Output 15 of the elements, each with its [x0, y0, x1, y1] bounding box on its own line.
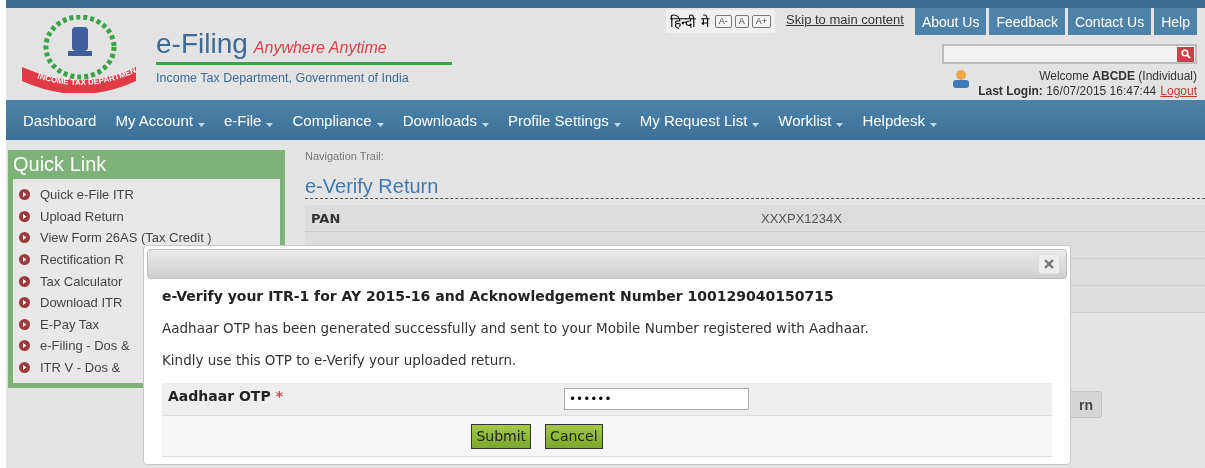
brand-name: e-Filing	[156, 27, 248, 60]
field-value: XXXPX1234X	[761, 210, 842, 226]
dialog-message: Kindly use this OTP to e-Verify your uploaded return.	[162, 352, 518, 368]
dialog-message: Aadhaar OTP has been generated successfully and sent to your Mobile Number registered with Aadhaar.	[162, 320, 870, 336]
subtitle: Income Tax Department, Government of India	[156, 70, 410, 85]
field-label: Aadhaar OTP *	[167, 387, 284, 404]
panel-title: Quick Link	[13, 152, 108, 177]
tagline: Anywhere Anytime	[253, 38, 387, 57]
dialog-title: e-Verify your ITR-1 for AY 2015-16 and Acknowledgement Number 100129040150715	[162, 288, 835, 304]
field-label: PAN	[311, 210, 342, 226]
page-heading: e-Verify Return	[305, 174, 1205, 199]
last-login-text: Last Login: 16/07/2015 16:47:44	[978, 84, 1157, 99]
navigation-trail: Navigation Trail:	[305, 150, 385, 162]
required-mark: *	[275, 388, 283, 404]
welcome-text: Welcome ABCDE (Individual)	[1039, 69, 1197, 84]
